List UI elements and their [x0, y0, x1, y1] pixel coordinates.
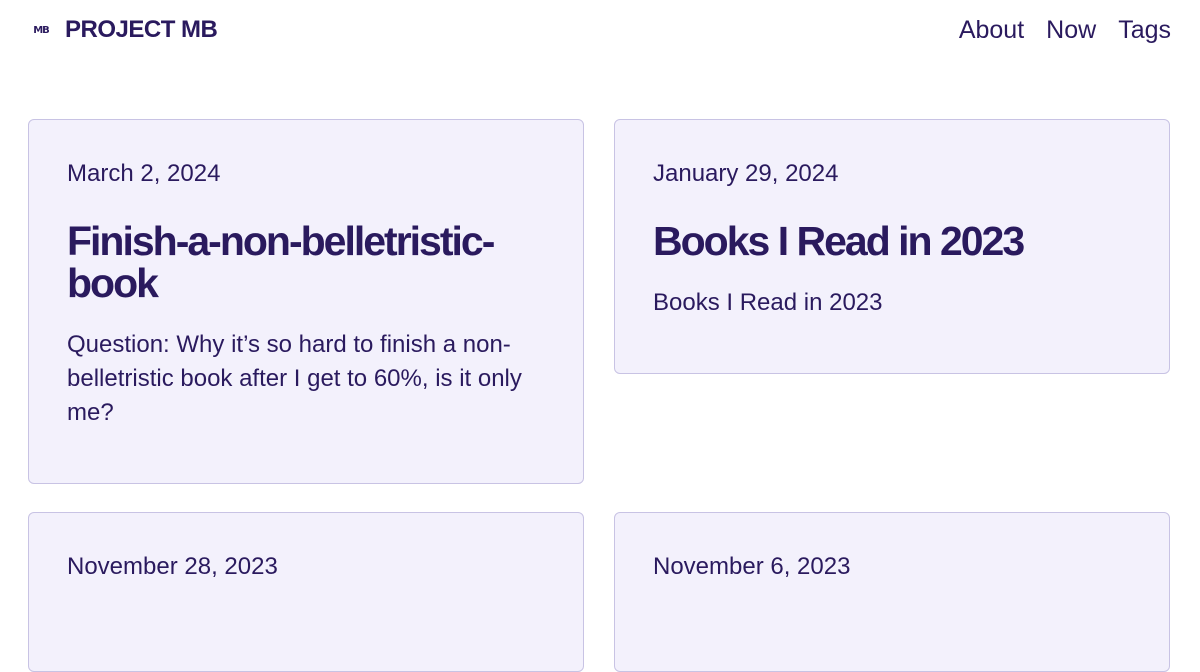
nav-link-tags[interactable]: Tags: [1118, 16, 1171, 45]
post-date: November 6, 2023: [653, 553, 851, 580]
nav-link-now[interactable]: Now: [1046, 16, 1096, 45]
site-title: PROJECT MB: [65, 16, 218, 43]
nav-link-about[interactable]: About: [959, 16, 1024, 45]
site-header: MB PROJECT MB About Now Tags: [0, 0, 1200, 62]
post-card[interactable]: March 2, 2024 Finish-a-non-belletristic-…: [28, 119, 584, 484]
post-card[interactable]: November 6, 2023: [614, 512, 1170, 672]
post-date: March 2, 2024: [67, 160, 221, 187]
post-date: January 29, 2024: [653, 160, 839, 187]
post-title-link[interactable]: Finish-a-non-belletristic-book: [67, 220, 545, 304]
main-nav: About Now Tags: [959, 14, 1171, 46]
logo-mark-icon: MB: [33, 24, 50, 36]
post-excerpt: Books I Read in 2023: [653, 289, 883, 316]
post-card[interactable]: January 29, 2024 Books I Read in 2023 Bo…: [614, 119, 1170, 374]
site-logo-link[interactable]: MB PROJECT MB: [28, 14, 218, 46]
post-title-link[interactable]: Books I Read in 2023: [653, 220, 1131, 262]
post-excerpt: Question: Why it’s so hard to finish a n…: [67, 331, 522, 426]
post-card[interactable]: November 28, 2023: [28, 512, 584, 672]
post-date: November 28, 2023: [67, 553, 278, 580]
